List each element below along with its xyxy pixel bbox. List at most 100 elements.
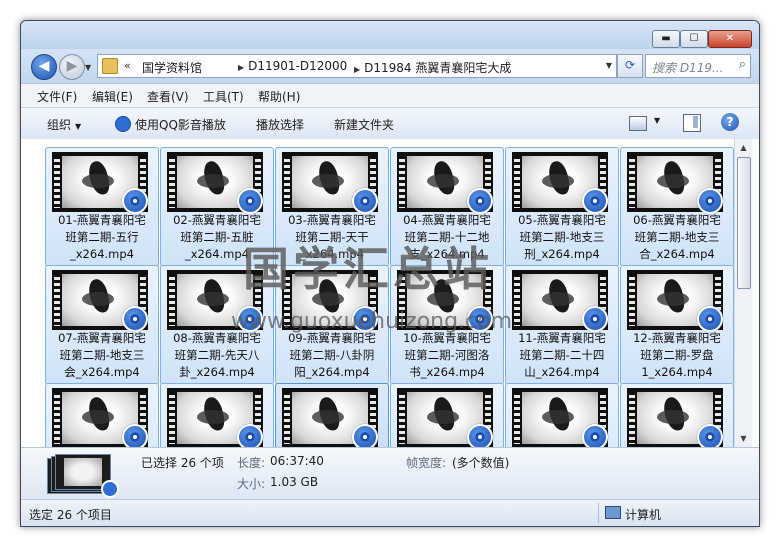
scroll-up-icon[interactable]: ▲ <box>735 139 752 156</box>
length-value: 06:37:40 <box>270 454 324 468</box>
organize-label: 组织 <box>47 118 72 132</box>
search-input[interactable]: 搜索 D119... ⌕ <box>645 54 751 78</box>
file-name-label: 12-燕翼青襄阳宅 班第二期-罗盘 1_x264.mp4 <box>621 330 733 381</box>
film-strip-icon <box>169 392 175 444</box>
close-button[interactable]: ✕ <box>708 30 752 48</box>
file-item[interactable] <box>45 383 159 447</box>
menu-bar: 文件(F) 编辑(E) 查看(V) 工具(T) 帮助(H) <box>21 83 759 107</box>
file-item[interactable]: 05-燕翼青襄阳宅 班第二期-地支三 刑_x264.mp4 <box>505 147 619 267</box>
file-item[interactable]: 08-燕翼青襄阳宅 班第二期-先天八 卦_x264.mp4 <box>160 265 274 385</box>
qq-player-icon <box>352 424 378 447</box>
file-name-label: 10-燕翼青襄阳宅 班第二期-河图洛 书_x264.mp4 <box>391 330 503 381</box>
file-item[interactable] <box>160 383 274 447</box>
refresh-button[interactable]: ⟳ <box>617 54 643 78</box>
folder-icon <box>102 58 118 74</box>
refresh-icon: ⟳ <box>624 58 636 72</box>
menu-help[interactable]: 帮助(H) <box>258 88 300 105</box>
back-button[interactable]: ◀ <box>31 54 57 80</box>
file-item[interactable]: 09-燕翼青襄阳宅 班第二期-八卦阴 阳_x264.mp4 <box>275 265 389 385</box>
new-folder-button[interactable]: 新建文件夹 <box>334 116 394 133</box>
playlist-button[interactable]: 播放选择 <box>256 116 304 133</box>
file-item[interactable] <box>390 383 504 447</box>
menu-file[interactable]: 文件(F) <box>37 88 77 105</box>
file-name-label: 09-燕翼青襄阳宅 班第二期-八卦阴 阳_x264.mp4 <box>276 330 388 381</box>
help-icon[interactable]: ? <box>721 113 739 131</box>
qq-player-icon <box>237 424 263 447</box>
file-name-line: 04-燕翼青襄阳宅 <box>403 213 491 227</box>
file-name-label: 03-燕翼青襄阳宅 班第二期-天干 _x264.mp4 <box>276 212 388 263</box>
file-name-line: 卦_x264.mp4 <box>179 365 255 379</box>
file-item[interactable]: 12-燕翼青襄阳宅 班第二期-罗盘 1_x264.mp4 <box>620 265 734 385</box>
film-strip-icon <box>169 274 175 326</box>
file-name-label: 02-燕翼青襄阳宅 班第二期-五脏 _x264.mp4 <box>161 212 273 263</box>
qq-player-icon <box>352 306 378 332</box>
forward-button[interactable]: ▶ <box>59 54 85 80</box>
file-item[interactable]: 01-燕翼青襄阳宅 班第二期-五行 _x264.mp4 <box>45 147 159 267</box>
file-name-label: 06-燕翼青襄阳宅 班第二期-地支三 合_x264.mp4 <box>621 212 733 263</box>
command-toolbar: 组织 ▼ 使用QQ影音播放 播放选择 新建文件夹 ▼ ? <box>21 107 759 140</box>
file-item[interactable]: 04-燕翼青襄阳宅 班第二期-十二地 支_x264.mp4 <box>390 147 504 267</box>
qq-play-label: 使用QQ影音播放 <box>135 118 226 132</box>
minimize-button[interactable]: ▬ <box>652 30 680 48</box>
breadcrumb-item-3[interactable]: ▶ D11984 燕翼青襄阳宅大成 <box>354 59 511 76</box>
file-name-line: 班第二期-先天八 <box>174 348 260 362</box>
file-name-line: 班第二期-地支三 <box>59 348 145 362</box>
file-name-line: 书_x264.mp4 <box>409 365 485 379</box>
file-item[interactable]: 02-燕翼青襄阳宅 班第二期-五脏 _x264.mp4 <box>160 147 274 267</box>
file-item[interactable]: 03-燕翼青襄阳宅 班第二期-天干 _x264.mp4 <box>275 147 389 267</box>
details-pane: 已选择 26 个项 长度: 06:37:40 大小: 1.03 GB 帧宽度: … <box>21 447 759 500</box>
chevron-down-icon: ▼ <box>75 122 82 131</box>
file-item[interactable] <box>620 383 734 447</box>
menu-view[interactable]: 查看(V) <box>147 88 189 105</box>
recent-pages-dropdown-icon[interactable]: ▼ <box>85 63 91 72</box>
scrollbar-thumb[interactable] <box>737 157 751 289</box>
file-item[interactable]: 07-燕翼青襄阳宅 班第二期-地支三 会_x264.mp4 <box>45 265 159 385</box>
file-view[interactable]: 01-燕翼青襄阳宅 班第二期-五行 _x264.mp4 02-燕翼青襄阳宅 班第二期-五… <box>21 139 759 447</box>
file-name-line: 班第二期-地支三 <box>519 230 605 244</box>
film-strip-icon <box>54 274 60 326</box>
breadcrumb-label: D11901-D12000 <box>248 59 348 73</box>
title-bar[interactable]: ▬ ☐ ✕ <box>21 21 759 49</box>
film-strip-icon <box>399 392 405 444</box>
menu-edit[interactable]: 编辑(E) <box>92 88 133 105</box>
breadcrumb-arrow-icon[interactable]: ▶ <box>354 65 360 74</box>
file-name-line: 06-燕翼青襄阳宅 <box>633 213 721 227</box>
organize-button[interactable]: 组织 ▼ <box>47 116 81 133</box>
change-view-icon[interactable] <box>629 116 647 131</box>
address-bar[interactable]: « 国学资料馆 ▶ D11901-D12000 ▶ D11984 燕翼青襄阳宅大成 … <box>97 54 617 78</box>
maximize-button[interactable]: ☐ <box>680 30 708 48</box>
file-name-line: 班第二期-十二地 <box>404 230 490 244</box>
file-name-line: _x264.mp4 <box>70 247 134 261</box>
file-name-label: 05-燕翼青襄阳宅 班第二期-地支三 刑_x264.mp4 <box>506 212 618 263</box>
selected-count: 已选择 26 个项 <box>141 456 224 470</box>
file-name-label: 11-燕翼青襄阳宅 班第二期-二十四 山_x264.mp4 <box>506 330 618 381</box>
film-strip-icon <box>169 156 175 208</box>
file-name-line: 09-燕翼青襄阳宅 <box>288 331 376 345</box>
qq-player-icon <box>122 188 148 214</box>
file-item[interactable] <box>505 383 619 447</box>
qq-player-icon <box>352 188 378 214</box>
breadcrumb-label: D11984 燕翼青襄阳宅大成 <box>364 61 512 75</box>
qq-player-icon <box>697 424 723 447</box>
film-strip-icon <box>514 274 520 326</box>
qq-play-button[interactable]: 使用QQ影音播放 <box>115 116 226 133</box>
breadcrumb-item-2[interactable]: ▶ D11901-D12000 <box>238 59 347 73</box>
file-item[interactable]: 10-燕翼青襄阳宅 班第二期-河图洛 书_x264.mp4 <box>390 265 504 385</box>
file-name-line: 1_x264.mp4 <box>641 365 713 379</box>
scroll-down-icon[interactable]: ▼ <box>735 430 752 447</box>
status-selection-text: 选定 26 个项目 <box>29 508 112 522</box>
address-dropdown-icon[interactable]: ▼ <box>606 61 612 70</box>
view-options-dropdown-icon[interactable]: ▼ <box>654 116 660 125</box>
search-icon[interactable]: ⌕ <box>739 57 746 72</box>
film-strip-icon <box>54 156 60 208</box>
preview-pane-icon[interactable] <box>683 114 701 132</box>
vertical-scrollbar[interactable]: ▲ ▼ <box>734 139 752 447</box>
file-item[interactable]: 11-燕翼青襄阳宅 班第二期-二十四 山_x264.mp4 <box>505 265 619 385</box>
file-item[interactable]: 06-燕翼青襄阳宅 班第二期-地支三 合_x264.mp4 <box>620 147 734 267</box>
breadcrumb-arrow-icon[interactable]: ▶ <box>238 63 244 72</box>
address-overflow-icon[interactable]: « <box>124 59 131 72</box>
breadcrumb-item-1[interactable]: 国学资料馆 <box>142 59 202 76</box>
menu-tools[interactable]: 工具(T) <box>203 88 244 105</box>
file-item[interactable] <box>275 383 389 447</box>
explorer-window: ▬ ☐ ✕ ◀ ▶ ▼ « 国学资料馆 ▶ D11901-D12000 ▶ D119… <box>20 20 760 527</box>
